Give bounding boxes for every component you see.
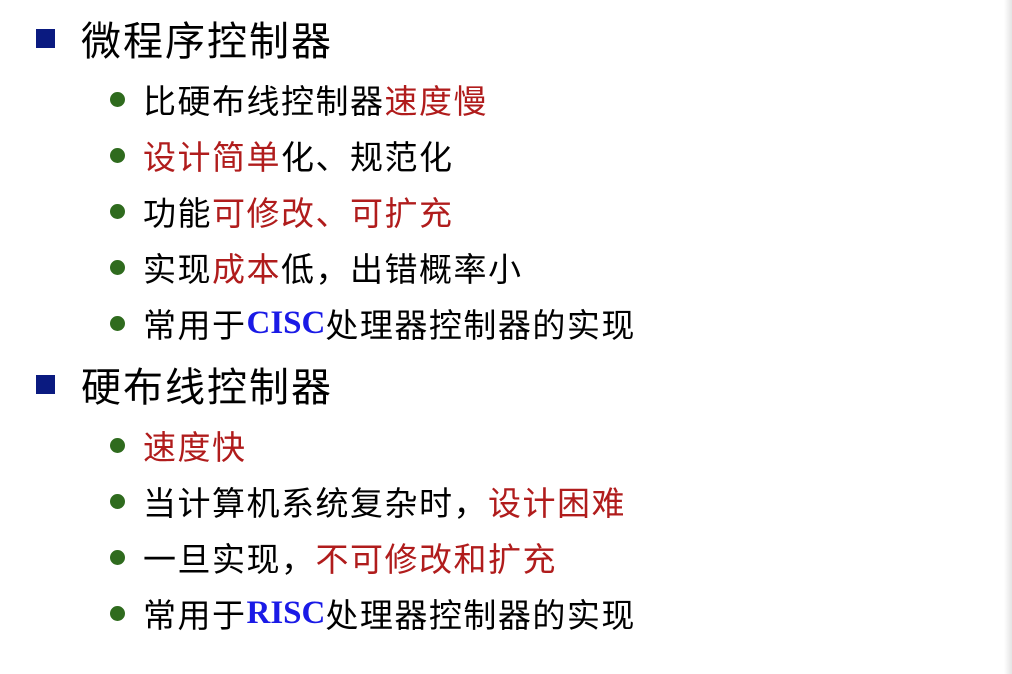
list-item: 常用于 RISC 处理器控制器的实现 <box>110 588 636 638</box>
list-item: 常用于 CISC 处理器控制器的实现 <box>110 298 636 348</box>
slide-content: 微程序控制器 比硬布线控制器 速度慢 设计简单 化、规范化 功能 可修改、可扩充 实现… <box>0 0 1004 674</box>
list-item: 一旦实现， 不可修改和扩充 <box>110 532 557 582</box>
list-item: 当计算机系统复杂时， 设计困难 <box>110 476 626 526</box>
round-bullet-icon <box>110 493 125 509</box>
list-item: 速度快 <box>110 420 247 470</box>
list-item: 比硬布线控制器 速度慢 <box>110 74 488 124</box>
list-item: 设计简单 化、规范化 <box>110 130 454 180</box>
item-text: 比硬布线控制器 <box>143 82 385 121</box>
list-item: 功能 可修改、可扩充 <box>110 186 454 236</box>
round-bullet-icon <box>110 91 125 107</box>
item-emphasis: 设计简单 <box>143 138 281 177</box>
square-bullet-icon <box>36 374 55 394</box>
right-edge-shadow <box>1004 0 1012 674</box>
round-bullet-icon <box>110 605 125 621</box>
item-emphasis: 可修改、可扩充 <box>212 194 454 233</box>
item-text: 处理器控制器的实现 <box>325 306 636 345</box>
item-text: 化、规范化 <box>281 138 454 177</box>
item-emphasis: 设计困难 <box>488 484 626 523</box>
item-emphasis: 不可修改和扩充 <box>315 540 557 579</box>
item-text: 处理器控制器的实现 <box>325 596 636 635</box>
round-bullet-icon <box>110 147 125 163</box>
item-text: 当计算机系统复杂时， <box>143 484 488 523</box>
item-emphasis: 速度慢 <box>384 82 488 121</box>
round-bullet-icon <box>110 203 125 219</box>
section-title-text: 硬布线控制器 <box>81 365 333 411</box>
round-bullet-icon <box>110 259 125 275</box>
round-bullet-icon <box>110 315 125 331</box>
section-title-hardwired: 硬布线控制器 <box>36 354 333 414</box>
square-bullet-icon <box>36 28 55 48</box>
round-bullet-icon <box>110 549 125 565</box>
item-acronym: RISC <box>246 594 326 631</box>
item-emphasis: 速度快 <box>143 428 247 467</box>
item-text: 实现 <box>143 250 212 289</box>
item-text: 低，出错概率小 <box>281 250 523 289</box>
round-bullet-icon <box>110 437 125 453</box>
section-title-microprogram: 微程序控制器 <box>36 8 333 68</box>
section-title-text: 微程序控制器 <box>81 19 333 65</box>
item-emphasis: 成本 <box>212 250 281 289</box>
item-text: 一旦实现， <box>143 540 316 579</box>
item-text: 功能 <box>143 194 212 233</box>
list-item: 实现 成本 低，出错概率小 <box>110 242 523 292</box>
item-text: 常用于 <box>143 596 247 635</box>
item-text: 常用于 <box>143 306 247 345</box>
item-acronym: CISC <box>246 304 326 341</box>
